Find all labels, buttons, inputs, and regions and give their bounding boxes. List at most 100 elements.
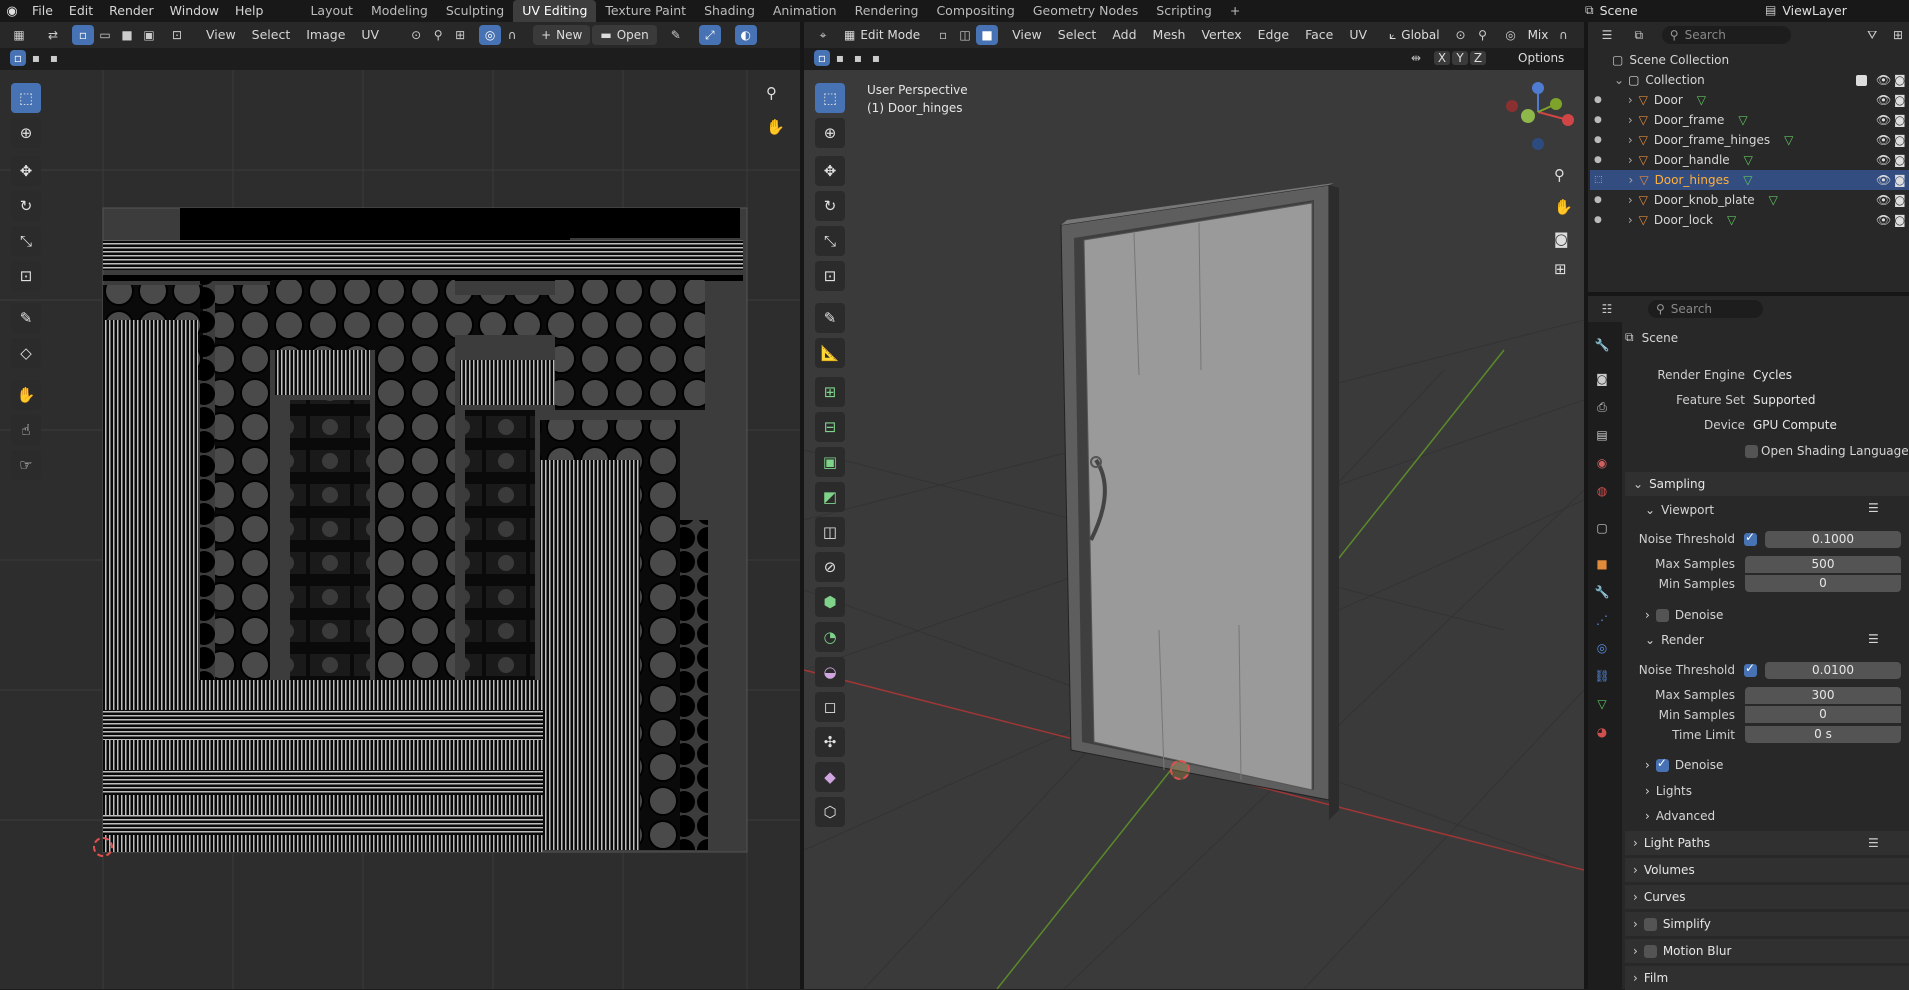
mesh-data-icon[interactable]: ▽ bbox=[1743, 173, 1752, 187]
render-visibility-icon[interactable]: ◙ bbox=[1894, 193, 1906, 207]
outliner-editor-icon[interactable]: ☰ bbox=[1596, 25, 1618, 45]
sync-selection-icon[interactable]: ⇄ bbox=[42, 25, 64, 45]
outliner-search[interactable]: ⚲ Search bbox=[1661, 26, 1792, 44]
outliner-item-door-frame-hinges[interactable]: ● › ▽ Door_frame_hinges ▽ 👁 ◙ bbox=[1590, 130, 1909, 150]
expand-chevron-icon[interactable]: › bbox=[1628, 153, 1633, 167]
render-visibility-icon[interactable]: ◙ bbox=[1894, 213, 1906, 227]
vp-pan-icon[interactable]: ✋ bbox=[1554, 198, 1573, 216]
r-denoise-subsection[interactable]: › Denoise bbox=[1645, 756, 1723, 773]
edit-mode-dot-icon[interactable]: ● bbox=[1594, 135, 1602, 145]
rip-region-tool[interactable]: ⬡ bbox=[815, 797, 845, 827]
uv-select-mode-new-icon[interactable]: ▫ bbox=[10, 50, 26, 66]
visibility-icon[interactable]: 👁 bbox=[1876, 113, 1891, 127]
add-workspace-icon[interactable]: + bbox=[1221, 0, 1249, 22]
outliner-item-door-lock[interactable]: ● › ▽ Door_lock ▽ 👁 ◙ bbox=[1590, 210, 1909, 230]
lights-subsection[interactable]: › Lights bbox=[1645, 784, 1692, 798]
snap-icon[interactable]: ⚲ bbox=[427, 25, 449, 45]
render-visibility-icon[interactable]: ◙ bbox=[1894, 133, 1906, 147]
open-image-button[interactable]: ▬ Open bbox=[592, 25, 657, 45]
vp-select-extend-icon[interactable]: ▪ bbox=[832, 50, 848, 66]
tab-modeling[interactable]: Modeling bbox=[362, 0, 437, 22]
vp-menu-vertex[interactable]: Vertex bbox=[1193, 22, 1249, 48]
proportional-icon[interactable]: ◎ bbox=[1500, 25, 1522, 45]
expand-chevron-icon[interactable]: › bbox=[1628, 133, 1633, 147]
rotate-tool[interactable]: ↻ bbox=[11, 191, 41, 221]
r-max-field[interactable]: 300 bbox=[1745, 687, 1901, 704]
island-select-icon[interactable]: ▣ bbox=[138, 25, 160, 45]
tab-texture-paint[interactable]: Texture Paint bbox=[596, 0, 695, 22]
new-collection-icon[interactable]: ⊞ bbox=[1887, 25, 1909, 45]
measure-tool[interactable]: 📐 bbox=[815, 338, 845, 368]
vp-scale-tool[interactable]: ⤡ bbox=[815, 226, 845, 256]
edit-mode-dot-icon[interactable]: ● bbox=[1594, 155, 1602, 165]
outliner-item-door[interactable]: ● › ▽ Door ▽ 👁 ◙ bbox=[1590, 90, 1909, 110]
render-visibility-icon[interactable]: ◙ bbox=[1894, 173, 1906, 187]
vp-denoise-subsection[interactable]: › Denoise bbox=[1645, 608, 1723, 622]
r-noise-checkbox[interactable] bbox=[1744, 661, 1757, 677]
scale-tool[interactable]: ⤡ bbox=[11, 226, 41, 256]
sticky-select-icon[interactable]: ⊡ bbox=[166, 25, 188, 45]
r-min-field[interactable]: 0 bbox=[1745, 706, 1901, 723]
tab-layout[interactable]: Layout bbox=[301, 0, 362, 22]
uv-select-mode-subtract-icon[interactable]: ▪ bbox=[46, 50, 62, 66]
render-visibility-icon[interactable]: ◙ bbox=[1894, 113, 1906, 127]
camera-view-icon[interactable]: ◙ bbox=[1554, 230, 1569, 248]
vp-annotate-tool[interactable]: ✎ bbox=[815, 303, 845, 333]
blender-logo-icon[interactable]: ◉ bbox=[0, 4, 24, 19]
light-paths-presets-icon[interactable]: ☰ bbox=[1868, 836, 1879, 850]
3d-cursor-icon[interactable] bbox=[1170, 760, 1190, 780]
tab-compositing[interactable]: Compositing bbox=[927, 0, 1023, 22]
vp-menu-face[interactable]: Face bbox=[1297, 22, 1341, 48]
edge-mode-icon[interactable]: ◫ bbox=[954, 25, 976, 45]
osl-checkbox[interactable] bbox=[1745, 445, 1758, 458]
uv-menu-select[interactable]: Select bbox=[244, 22, 299, 48]
display-mode-icon[interactable]: ⧉ bbox=[1628, 25, 1650, 45]
advanced-subsection[interactable]: › Advanced bbox=[1645, 809, 1715, 823]
select-box-tool[interactable]: ⬚ bbox=[11, 83, 41, 113]
vertex-select-icon[interactable]: ▫ bbox=[72, 25, 94, 45]
render-engine-dropdown[interactable]: Cycles bbox=[1745, 366, 1909, 385]
material-tab-icon[interactable]: ◕ bbox=[1593, 723, 1611, 741]
mesh-data-icon[interactable]: ▽ bbox=[1727, 213, 1736, 227]
snapping-icon[interactable]: ⚲ bbox=[1472, 25, 1494, 45]
bevel-tool[interactable]: ◩ bbox=[815, 482, 845, 512]
gizmo-icon[interactable]: ⤢ bbox=[698, 25, 721, 45]
cursor-tool[interactable]: ⊕ bbox=[11, 118, 41, 148]
visibility-icon[interactable]: 👁 bbox=[1876, 173, 1891, 187]
falloff-icon[interactable]: ∩ bbox=[501, 25, 523, 45]
motion-blur-checkbox[interactable] bbox=[1643, 944, 1657, 958]
menu-help[interactable]: Help bbox=[227, 0, 272, 22]
outliner-item-door-frame[interactable]: ● › ▽ Door_frame ▽ 👁 ◙ bbox=[1590, 110, 1909, 130]
viewport-canvas[interactable]: User Perspective (1) Door_hinges ⚲ ✋ ◙ ⊞… bbox=[804, 70, 1584, 989]
poly-build-tool[interactable]: ⬢ bbox=[815, 587, 845, 617]
loop-cut-tool[interactable]: ◫ bbox=[815, 517, 845, 547]
vp-rotate-tool[interactable]: ↻ bbox=[815, 191, 845, 221]
tab-sculpting[interactable]: Sculpting bbox=[437, 0, 513, 22]
pan-icon[interactable]: ✋ bbox=[766, 118, 785, 136]
new-image-button[interactable]: + New bbox=[533, 25, 591, 45]
outliner-item-door-knob-plate[interactable]: ● › ▽ Door_knob_plate ▽ 👁 ◙ bbox=[1590, 190, 1909, 210]
particles-tab-icon[interactable]: ⋰ bbox=[1593, 611, 1611, 629]
move-tool[interactable]: ✥ bbox=[11, 156, 41, 186]
mesh-data-icon[interactable]: ▽ bbox=[1744, 153, 1753, 167]
uv-menu-image[interactable]: Image bbox=[298, 22, 353, 48]
transform-tool[interactable]: ⊡ bbox=[11, 261, 41, 291]
tab-scripting[interactable]: Scripting bbox=[1147, 0, 1221, 22]
visibility-icon[interactable]: 👁 bbox=[1876, 153, 1891, 167]
smooth-tool[interactable]: ◒ bbox=[815, 657, 845, 687]
light-paths-section[interactable]: › Light Paths ☰ bbox=[1625, 831, 1909, 855]
axis-z-toggle[interactable]: Z bbox=[1470, 51, 1486, 65]
object-tab-icon[interactable]: ■ bbox=[1593, 555, 1611, 573]
properties-search[interactable]: ⚲ Search bbox=[1648, 300, 1763, 318]
volumes-section[interactable]: › Volumes bbox=[1625, 858, 1909, 882]
collection-row[interactable]: ⌄ ▢ Collection 👁 ◙ bbox=[1590, 70, 1909, 90]
film-section[interactable]: › Film bbox=[1625, 966, 1909, 990]
render-tab-icon[interactable]: ◙ bbox=[1593, 370, 1611, 388]
shrink-fatten-tool[interactable]: ✣ bbox=[815, 727, 845, 757]
2d-cursor-icon[interactable] bbox=[93, 837, 113, 857]
r-noise-field[interactable]: 0.0100 bbox=[1765, 662, 1901, 679]
vp-menu-select[interactable]: Select bbox=[1050, 22, 1105, 48]
editor-type-icon[interactable]: ▦ bbox=[8, 25, 30, 45]
viewport-subsection[interactable]: ⌄ Viewport bbox=[1645, 503, 1714, 517]
render-visibility-icon[interactable]: ◙ bbox=[1894, 153, 1906, 167]
